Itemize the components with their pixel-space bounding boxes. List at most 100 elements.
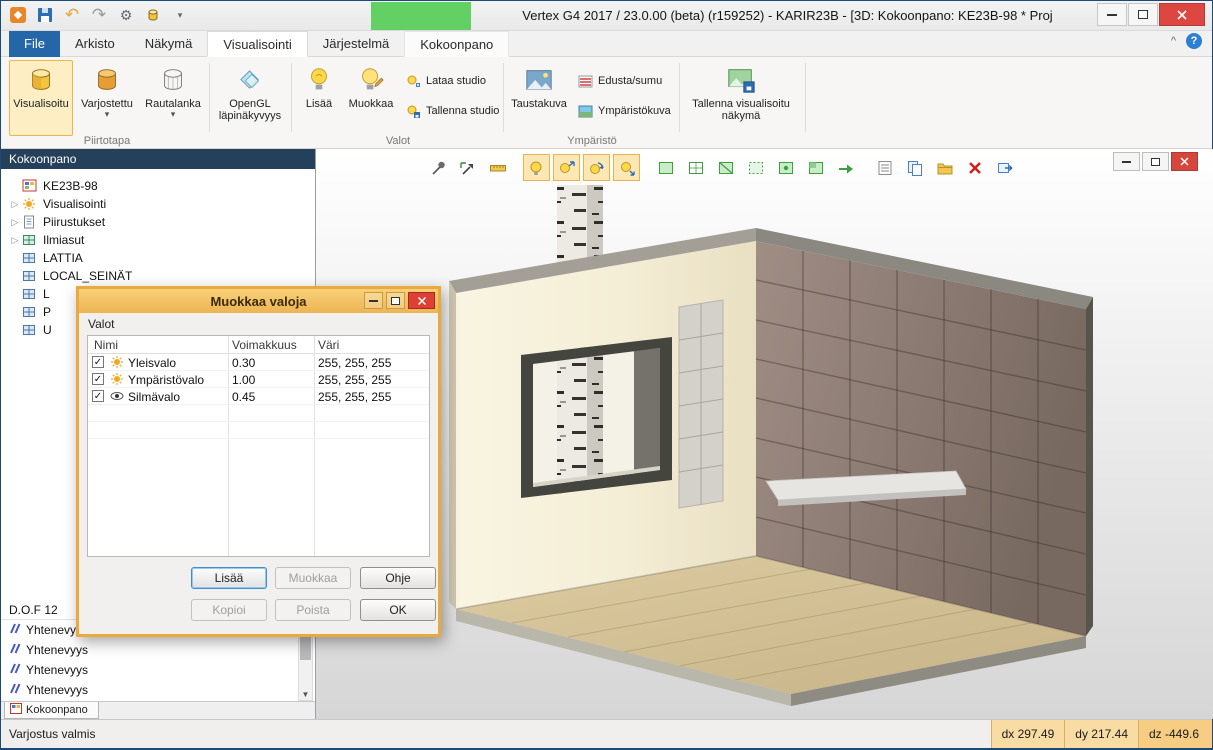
settings-gear-icon[interactable]: ⚙ [115,4,137,26]
box-shaded-icon[interactable] [652,154,679,181]
left-wall-edge [449,281,456,609]
kopioi-button[interactable]: Kopioi [191,599,267,621]
light-target-icon[interactable] [613,154,640,181]
box-zones-icon[interactable] [802,154,829,181]
delete-icon[interactable] [961,154,988,181]
close-button[interactable] [1159,3,1205,26]
tab-nakyma[interactable]: Näkymä [130,31,208,57]
folder-icon[interactable] [931,154,958,181]
save-icon[interactable] [34,4,56,26]
copy-icon[interactable] [901,154,928,181]
tab-file[interactable]: File [9,31,60,57]
visualisoitu-button[interactable]: Visualisoitu [9,60,73,136]
light-checkbox[interactable]: ✓ [92,373,104,385]
save-studio-button[interactable]: Tallenna studio [401,99,503,123]
light-checkbox[interactable]: ✓ [92,390,104,402]
constraint-row[interactable]: Yhtenevyys [1,660,315,680]
minimize-button[interactable] [1097,3,1127,26]
varjostettu-button[interactable]: Varjostettu ▾ [75,60,139,136]
drawing-sheet-icon [22,215,39,230]
light-move-icon[interactable] [553,154,580,181]
dialog-titlebar[interactable]: Muokkaa valoja [79,289,438,313]
box-wire-icon[interactable] [682,154,709,181]
dialog-close-button[interactable] [408,292,435,309]
tab-arkisto[interactable]: Arkisto [60,31,130,57]
expander-icon[interactable]: ▷ [8,199,22,210]
light-row-ymparistovalo[interactable]: ✓ Ympäristövalo 1.00 255, 255, 255 [88,371,429,388]
environment-image-button[interactable]: Ympäristökuva [573,99,675,123]
ribbon-separator [209,63,210,132]
light-row-yleisvalo[interactable]: ✓ Yleisvalo 0.30 255, 255, 255 [88,354,429,371]
viewport-restore-button[interactable] [1142,152,1169,171]
poista-button[interactable]: Poista [275,599,351,621]
pushpin-icon[interactable] [424,154,451,181]
tree-item-local-seinat[interactable]: LOCAL_SEINÄT [1,267,315,285]
constraint-row[interactable]: Yhtenevyys [1,680,315,700]
dialog-minimize-button[interactable] [364,292,383,309]
add-light-button[interactable]: Lisää [296,60,342,136]
ohje-button[interactable]: Ohje [360,567,436,589]
bottom-tab-kokoonpano[interactable]: Kokoonpano [4,702,99,719]
load-studio-button[interactable]: Lataa studio [401,69,490,93]
app-logo-icon[interactable] [7,4,29,26]
shaded-cylinder-icon [25,64,57,96]
ok-button[interactable]: OK [360,599,436,621]
foreground-fog-button[interactable]: Edusta/sumu [573,69,666,93]
snap-arrow-icon[interactable] [454,154,481,181]
scrollbar-down-icon[interactable]: ▼ [299,690,312,699]
light-rotate-icon[interactable] [583,154,610,181]
varjostettu-dropdown-icon[interactable]: ▾ [105,110,110,118]
sun-icon [110,355,124,369]
model-export-icon[interactable] [832,154,859,181]
tab-jarjestelma[interactable]: Järjestelmä [308,31,404,57]
tree-item-lattia[interactable]: LATTIA [1,249,315,267]
rautalanka-button[interactable]: Rautalanka ▾ [141,60,205,136]
empty-row [88,422,429,439]
box-section-icon[interactable] [712,154,739,181]
3d-viewport-canvas[interactable] [316,149,1213,719]
rautalanka-dropdown-icon[interactable]: ▾ [171,110,176,118]
tab-visualisointi[interactable]: Visualisointi [207,31,307,57]
help-icon[interactable]: ? [1186,33,1202,49]
muokkaa-button[interactable]: Muokkaa [275,567,351,589]
list-icon[interactable] [871,154,898,181]
background-image-button[interactable]: Taustakuva [509,60,569,136]
dialog-maximize-button[interactable] [386,292,405,309]
maximize-button[interactable] [1128,3,1158,26]
configurations-icon [22,233,39,248]
viewport-close-button[interactable] [1171,152,1198,171]
light-row-silmavalo[interactable]: ✓ Silmävalo 0.45 255, 255, 255 [88,388,429,405]
tree-item-visualisointi[interactable]: ▷ Visualisointi [1,195,315,213]
viewport-minimize-button[interactable] [1113,152,1140,171]
collapse-ribbon-icon[interactable]: ^ [1171,35,1176,47]
tab-kokoonpano[interactable]: Kokoonpano [404,31,509,57]
box-hidden-icon[interactable] [742,154,769,181]
titlebar[interactable]: ↶ ↷ ⚙ ▾ Vertex G4 2017 / 23.0.00 (beta) … [1,1,1212,31]
redo-icon[interactable]: ↷ [88,4,110,26]
ruler-icon[interactable] [484,154,511,181]
save-visualized-view-button[interactable]: Tallenna visualisoitu näkymä [685,60,797,136]
ribbon-separator [291,63,292,132]
opengl-transparency-button[interactable]: OpenGL läpinäkyvyys [213,60,287,136]
quick-access-dropdown-icon[interactable]: ▾ [169,4,191,26]
tree-item-piirustukset[interactable]: ▷ Piirustukset [1,213,315,231]
expander-icon[interactable]: ▷ [8,217,22,228]
load-studio-icon [405,73,421,89]
box-transparent-icon[interactable] [772,154,799,181]
lisaa-button[interactable]: Lisää [191,567,267,589]
window-title: Vertex G4 2017 / 23.0.00 (beta) (r159252… [483,1,1092,31]
expander-icon[interactable]: ▷ [8,235,22,246]
tree-item-ilmiasut[interactable]: ▷ Ilmiasut [1,231,315,249]
3d-viewport[interactable] [316,149,1213,719]
tree-item-root[interactable]: KE23B-98 [1,177,315,195]
undo-icon[interactable]: ↶ [61,4,83,26]
assembly-root-icon [22,179,39,194]
constraint-row[interactable]: Yhtenevyys [1,640,315,660]
column-nimi: Nimi [94,338,118,352]
light-checkbox[interactable]: ✓ [92,356,104,368]
material-bucket-icon[interactable] [142,4,164,26]
edit-light-button[interactable]: Muokkaa [344,60,398,136]
light-lock-icon[interactable] [523,154,550,181]
send-view-icon[interactable] [991,154,1018,181]
panel-header: Kokoonpano [1,149,315,169]
